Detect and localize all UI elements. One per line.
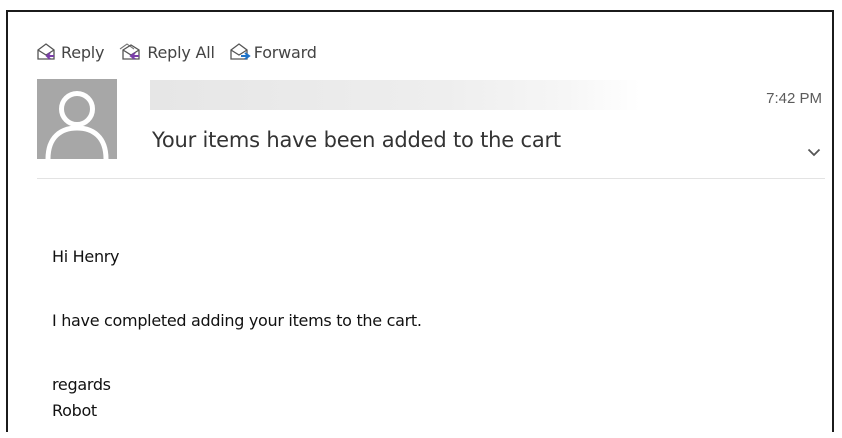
email-signature: Robot [52, 401, 97, 420]
email-closing: regards [52, 375, 111, 394]
reply-all-icon [118, 42, 144, 62]
sender-name-redacted [150, 80, 640, 110]
message-actions-toolbar: Reply Reply All Forward [36, 40, 325, 64]
header-divider [37, 178, 825, 179]
chevron-down-icon [807, 148, 821, 157]
avatar [37, 79, 117, 159]
email-subject: Your items have been added to the cart [152, 128, 561, 152]
reply-icon [36, 42, 58, 62]
person-silhouette-icon [45, 91, 109, 159]
reply-all-button[interactable]: Reply All [118, 42, 215, 62]
email-greeting: Hi Henry [52, 247, 120, 266]
expand-header-button[interactable] [807, 142, 821, 161]
received-time: 7:42 PM [766, 90, 822, 107]
email-reading-pane [6, 10, 834, 432]
reply-all-label: Reply All [147, 42, 215, 62]
forward-label: Forward [253, 42, 317, 62]
reply-button[interactable]: Reply [36, 42, 105, 62]
forward-button[interactable]: Forward [229, 42, 317, 62]
reply-label: Reply [61, 42, 105, 62]
forward-icon [229, 42, 251, 62]
email-body-line: I have completed adding your items to th… [52, 311, 422, 330]
